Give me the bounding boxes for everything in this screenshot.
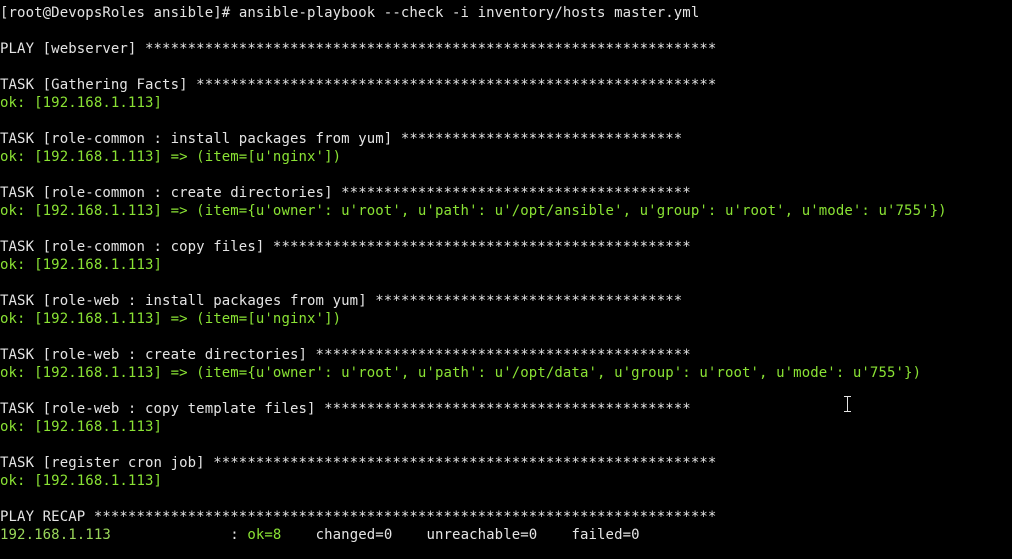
- task-result: ok: [192.168.1.113]: [0, 257, 162, 273]
- task-result: ok: [192.168.1.113] => (item=[u'nginx']): [0, 149, 341, 165]
- recap-rest: changed=0 unreachable=0 failed=0: [281, 527, 639, 543]
- recap-pad: :: [111, 527, 247, 543]
- task-header: TASK [Gathering Facts] *****************…: [0, 77, 716, 93]
- recap-host: 192.168.1.113: [0, 527, 111, 543]
- task-result: ok: [192.168.1.113]: [0, 473, 162, 489]
- task-header: TASK [role-web : copy template files] **…: [0, 401, 691, 417]
- command-text: ansible-playbook --check -i inventory/ho…: [239, 5, 700, 21]
- task-result: ok: [192.168.1.113] => (item={u'owner': …: [0, 365, 921, 381]
- task-result: ok: [192.168.1.113] => (item=[u'nginx']): [0, 311, 341, 327]
- task-result: ok: [192.168.1.113]: [0, 95, 162, 111]
- play-header: PLAY [webserver] ***********************…: [0, 41, 716, 57]
- task-header: TASK [register cron job] ***************…: [0, 455, 716, 471]
- task-result: ok: [192.168.1.113]: [0, 419, 162, 435]
- task-header: TASK [role-common : install packages fro…: [0, 131, 682, 147]
- terminal-output: [root@DevopsRoles ansible]# ansible-play…: [0, 0, 1012, 544]
- recap-ok: ok=8: [247, 527, 281, 543]
- task-header: TASK [role-common : create directories] …: [0, 185, 691, 201]
- task-header: TASK [role-common : copy files] ********…: [0, 239, 691, 255]
- task-result: ok: [192.168.1.113] => (item={u'owner': …: [0, 203, 947, 219]
- task-header: TASK [role-web : create directories] ***…: [0, 347, 691, 363]
- task-header: TASK [role-web : install packages from y…: [0, 293, 682, 309]
- recap-header: PLAY RECAP *****************************…: [0, 509, 716, 525]
- shell-prompt: [root@DevopsRoles ansible]#: [0, 5, 239, 21]
